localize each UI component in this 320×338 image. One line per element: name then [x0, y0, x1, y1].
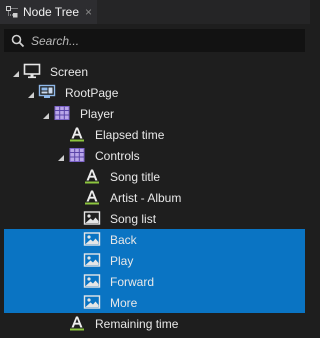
tree-row[interactable]: Remaining time: [4, 313, 305, 334]
image-icon: [83, 294, 101, 310]
image-icon: [83, 273, 101, 289]
text-block-icon: [83, 168, 101, 184]
tree-node-label: Player: [80, 107, 115, 121]
tab-node-tree[interactable]: Node Tree ×: [0, 0, 97, 24]
grid-icon: [68, 147, 86, 163]
text-block-icon: [68, 315, 86, 331]
tree-row[interactable]: Back: [4, 229, 305, 250]
tree-node-label: Forward: [110, 275, 155, 289]
tree-node-label: Elapsed time: [95, 128, 165, 142]
expand-arrow-icon[interactable]: [57, 151, 65, 161]
tree-row[interactable]: Forward: [4, 271, 305, 292]
tree-node-label: Song title: [110, 170, 161, 184]
node-tree-icon: [6, 6, 18, 18]
panel-tab-bar: Node Tree ×: [0, 0, 310, 24]
tree-node-label: RootPage: [65, 86, 119, 100]
tree-node-label: Play: [110, 254, 134, 268]
tree-row[interactable]: Controls: [4, 145, 305, 166]
tree-row[interactable]: Song list: [4, 208, 305, 229]
text-block-icon: [68, 126, 86, 142]
tree-row[interactable]: Player: [4, 103, 305, 124]
tree-node-label: More: [110, 296, 138, 310]
grid-icon: [53, 105, 71, 121]
expand-arrow-icon[interactable]: [42, 109, 50, 119]
tree-node-label: Controls: [95, 149, 140, 163]
expand-arrow-icon[interactable]: [12, 67, 20, 77]
text-block-icon: [83, 189, 101, 205]
screen-icon: [23, 63, 41, 79]
tree-row[interactable]: Play: [4, 250, 305, 271]
tree-node-label: Screen: [50, 65, 89, 79]
expand-arrow-icon[interactable]: [27, 88, 35, 98]
tree-row[interactable]: Song title: [4, 166, 305, 187]
search-icon: [11, 34, 25, 48]
tree-row[interactable]: Artist - Album: [4, 187, 305, 208]
tree-node-label: Artist - Album: [110, 191, 182, 205]
image-icon: [83, 252, 101, 268]
image-icon: [83, 231, 101, 247]
tree-row[interactable]: Screen: [4, 61, 305, 82]
tree-row[interactable]: More: [4, 292, 305, 313]
tree-node-label: Remaining time: [95, 317, 179, 331]
search-box[interactable]: [4, 29, 305, 52]
close-icon[interactable]: ×: [85, 5, 92, 19]
search-input[interactable]: [31, 33, 291, 48]
image-icon: [83, 210, 101, 226]
tree-node-label: Back: [110, 233, 137, 247]
page-icon: [38, 84, 56, 100]
tree-node-label: Song list: [110, 212, 157, 226]
tree-row[interactable]: Elapsed time: [4, 124, 305, 145]
tab-title: Node Tree: [23, 5, 80, 19]
tree-row[interactable]: RootPage: [4, 82, 305, 103]
